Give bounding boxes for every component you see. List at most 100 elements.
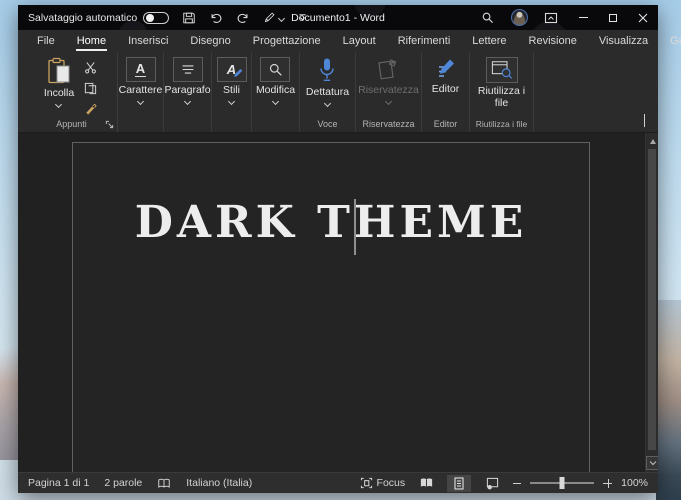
riservatezza-group-label: Riservatezza — [362, 119, 414, 129]
ribbon-group-carattere: A Carattere — [118, 52, 164, 132]
chevron-down-icon — [137, 98, 144, 105]
appunti-dialog-launcher[interactable] — [105, 120, 114, 129]
undo-button[interactable] — [209, 11, 223, 25]
dialog-launcher-icon — [105, 120, 114, 129]
wallpaper-right-mountain — [656, 300, 681, 500]
zoom-level[interactable]: 100% — [621, 477, 648, 489]
ribbon-group-riservatezza: Riservatezza Riservatezza — [356, 52, 422, 132]
zoom-slider[interactable] — [530, 482, 594, 484]
status-bar: Pagina 1 di 1 2 parole Italiano (Italia)… — [18, 472, 658, 493]
tab-lettere[interactable]: Lettere — [461, 30, 517, 52]
carattere-label: Carattere — [119, 84, 163, 96]
tab-home[interactable]: Home — [66, 30, 117, 52]
modifica-label: Modifica — [256, 84, 295, 96]
tab-revisione[interactable]: Revisione — [518, 30, 588, 52]
text-cursor — [354, 199, 356, 255]
document-area: DARK THEME — [18, 133, 658, 472]
maximize-button[interactable] — [598, 5, 628, 30]
tab-guida[interactable]: Guida — [659, 30, 681, 52]
format-painter-icon — [84, 103, 97, 116]
search-icon — [481, 11, 494, 24]
proofing-status[interactable] — [157, 478, 171, 489]
autosave-label: Salvataggio automatico — [28, 12, 137, 24]
print-layout-icon — [454, 477, 464, 490]
redo-button[interactable] — [236, 11, 250, 25]
scroll-up-button[interactable] — [646, 136, 658, 146]
toggle-off-icon — [143, 12, 169, 24]
ribbon-group-riutilizza: Riutilizza i file Riutilizza i file — [470, 52, 534, 132]
print-layout-button[interactable] — [447, 475, 471, 492]
close-button[interactable] — [628, 5, 658, 30]
account-avatar[interactable] — [504, 5, 534, 30]
read-mode-button[interactable] — [414, 475, 438, 492]
draw-tool-button[interactable] — [263, 11, 284, 24]
collapse-ribbon-button[interactable] — [644, 114, 645, 126]
reuse-files-icon — [491, 60, 513, 80]
chevron-down-icon — [55, 101, 62, 108]
riutilizza-group-label: Riutilizza i file — [476, 119, 528, 129]
document-text[interactable]: DARK THEME — [73, 201, 589, 245]
zoom-in-button[interactable] — [603, 479, 612, 488]
appunti-group-label: Appunti — [56, 119, 87, 129]
ribbon-display-options-button[interactable] — [534, 5, 568, 30]
cut-button[interactable] — [81, 60, 99, 75]
web-layout-button[interactable] — [480, 475, 504, 492]
close-icon — [638, 13, 648, 23]
riservatezza-button[interactable]: Riservatezza — [358, 57, 419, 104]
dettatura-label: Dettatura — [306, 86, 349, 98]
scrollbar-thumb[interactable] — [648, 149, 656, 450]
triangle-up-icon — [650, 139, 656, 144]
language-indicator[interactable]: Italiano (Italia) — [186, 477, 252, 489]
document-page[interactable]: DARK THEME — [72, 142, 590, 472]
redo-icon — [236, 11, 250, 25]
modifica-button[interactable]: Modifica — [256, 57, 295, 104]
tab-disegno[interactable]: Disegno — [179, 30, 241, 52]
focus-mode-button[interactable]: Focus — [360, 477, 406, 489]
web-layout-icon — [486, 477, 499, 490]
chevron-down-icon — [324, 100, 331, 107]
word-count[interactable]: 2 parole — [104, 477, 142, 489]
tab-progettazione[interactable]: Progettazione — [242, 30, 332, 52]
focus-label: Focus — [377, 477, 406, 489]
ribbon-display-options-icon — [544, 12, 558, 24]
sensitivity-icon — [376, 57, 400, 82]
chevron-down-icon — [385, 98, 392, 105]
tab-visualizza[interactable]: Visualizza — [588, 30, 659, 52]
chevron-down-icon — [278, 14, 285, 21]
paragrafo-button[interactable]: Paragrafo — [164, 57, 210, 104]
minimize-icon — [579, 17, 588, 18]
zoom-slider-thumb[interactable] — [560, 477, 565, 489]
save-button[interactable] — [182, 11, 196, 25]
incolla-button[interactable]: Incolla — [44, 57, 74, 107]
tab-file[interactable]: File — [26, 30, 66, 52]
editor-button[interactable]: Editor — [432, 57, 459, 95]
copy-icon — [84, 82, 97, 95]
riutilizza-button[interactable]: Riutilizza i file — [473, 57, 531, 109]
ribbon-group-paragrafo: Paragrafo — [164, 52, 212, 132]
tab-layout[interactable]: Layout — [332, 30, 387, 52]
pen-icon — [263, 11, 276, 24]
vertical-scrollbar[interactable] — [645, 133, 658, 472]
tab-riferimenti[interactable]: Riferimenti — [387, 30, 462, 52]
minimize-button[interactable] — [568, 5, 598, 30]
zoom-out-button[interactable] — [513, 483, 521, 484]
title-bar: Salvataggio automatico — [18, 5, 658, 30]
chevron-down-icon — [272, 98, 279, 105]
riutilizza-label: Riutilizza i file — [473, 85, 531, 109]
page-indicator[interactable]: Pagina 1 di 1 — [28, 477, 89, 489]
copy-button[interactable] — [81, 81, 99, 96]
scrollbar-options-button[interactable] — [646, 456, 658, 470]
desktop-wallpaper: Salvataggio automatico — [0, 0, 681, 500]
format-painter-button[interactable] — [81, 102, 99, 117]
chevron-down-icon — [649, 460, 657, 466]
carattere-button[interactable]: A Carattere — [119, 57, 163, 104]
scissors-icon — [84, 61, 97, 74]
search-button[interactable] — [470, 5, 504, 30]
stili-button[interactable]: A Stili — [217, 57, 247, 104]
dettatura-button[interactable]: Dettatura — [306, 57, 349, 106]
read-mode-icon — [419, 477, 434, 489]
focus-icon — [360, 477, 373, 489]
autosave-toggle[interactable]: Salvataggio automatico — [28, 12, 169, 24]
proofing-book-icon — [157, 478, 171, 489]
tab-inserisci[interactable]: Inserisci — [117, 30, 179, 52]
